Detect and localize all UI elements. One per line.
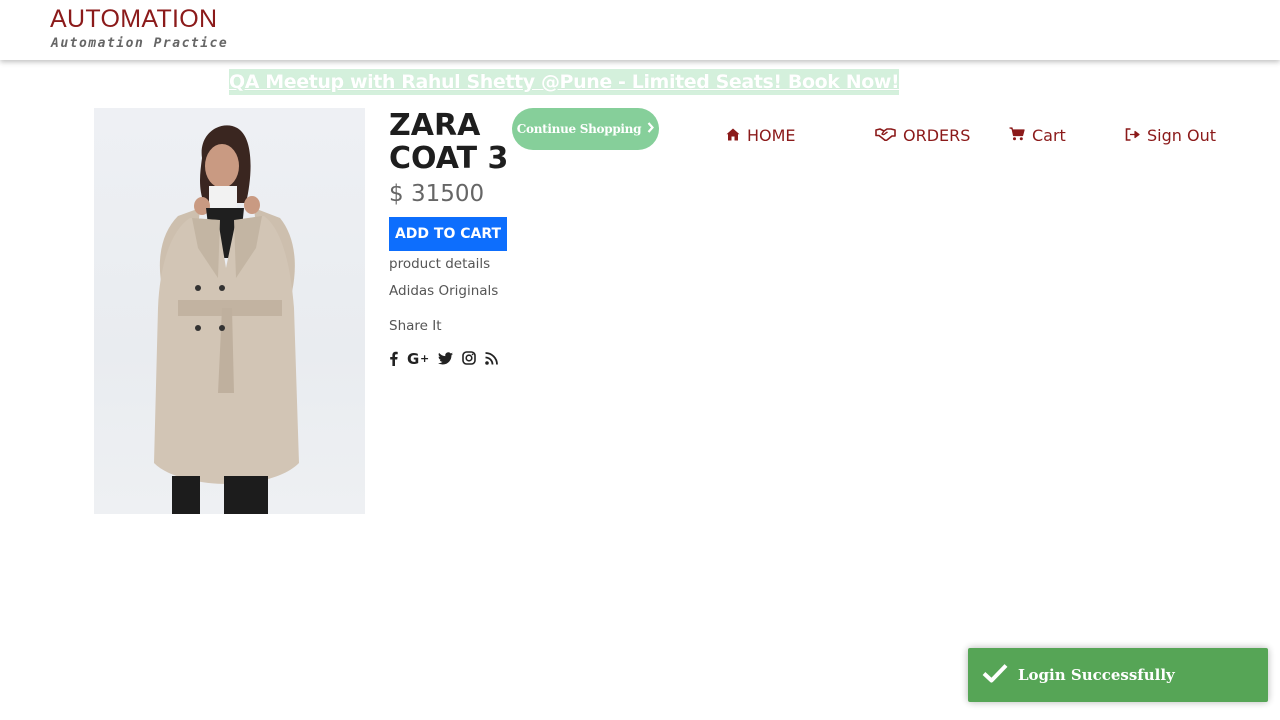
nav-home[interactable]: HOME bbox=[726, 124, 796, 146]
continue-shopping-button[interactable]: Continue Shopping bbox=[512, 108, 659, 150]
brand-subtitle: Automation Practice bbox=[51, 36, 229, 51]
nav-orders-label: ORDERS bbox=[903, 125, 971, 145]
svg-text:G: G bbox=[407, 351, 419, 366]
product-image bbox=[94, 108, 365, 514]
chevron-right-icon bbox=[647, 122, 655, 136]
product-details-label: product details bbox=[389, 256, 491, 272]
home-icon bbox=[726, 126, 740, 145]
checkmark-icon bbox=[982, 663, 1008, 687]
top-header: AUTOMATION Automation Practice bbox=[0, 0, 1280, 60]
meetup-banner-link[interactable]: QA Meetup with Rahul Shetty @Pune - Limi… bbox=[229, 69, 900, 95]
coat-model-illustration bbox=[154, 125, 299, 514]
nav-sign-out-label: Sign Out bbox=[1147, 125, 1216, 145]
nav-orders[interactable]: ORDERS bbox=[875, 124, 970, 146]
login-success-toast[interactable]: Login Successfully bbox=[968, 648, 1268, 702]
sign-out-icon bbox=[1125, 126, 1140, 145]
toast-message: Login Successfully bbox=[1018, 666, 1175, 684]
share-label: Share It bbox=[389, 318, 442, 334]
share-icons: G + bbox=[389, 347, 498, 369]
nav-cart[interactable]: Cart bbox=[1009, 124, 1066, 146]
product-name: ZARA COAT 3 bbox=[389, 108, 509, 176]
rss-icon[interactable] bbox=[485, 351, 498, 365]
svg-text:+: + bbox=[420, 352, 429, 365]
nav-cart-label: Cart bbox=[1032, 125, 1066, 145]
google-plus-icon[interactable]: G + bbox=[407, 351, 429, 366]
product-price: $ 31500 bbox=[389, 181, 485, 207]
handshake-icon bbox=[875, 126, 896, 145]
brand-title[interactable]: AUTOMATION bbox=[50, 5, 217, 34]
product-brand: Adidas Originals bbox=[389, 283, 499, 299]
facebook-icon[interactable] bbox=[389, 351, 398, 366]
add-to-cart-button[interactable]: ADD TO CART bbox=[389, 217, 507, 251]
nav-home-label: HOME bbox=[747, 125, 796, 145]
continue-shopping-label: Continue Shopping bbox=[516, 122, 642, 136]
nav-sign-out[interactable]: Sign Out bbox=[1125, 124, 1216, 146]
twitter-icon[interactable] bbox=[438, 351, 453, 365]
cart-icon bbox=[1009, 126, 1025, 145]
instagram-icon[interactable] bbox=[462, 351, 476, 365]
